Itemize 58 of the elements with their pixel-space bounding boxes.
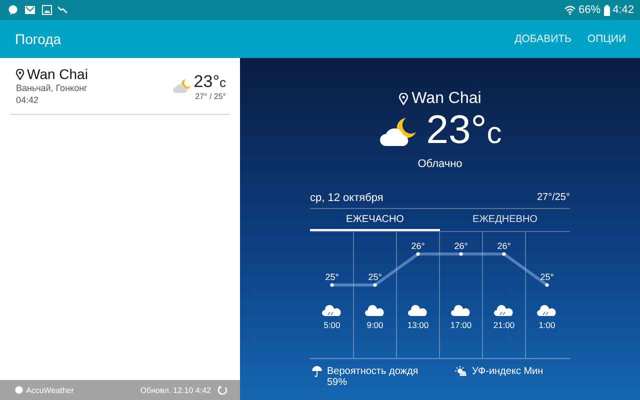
temperature-label: 26° (497, 241, 511, 251)
rain-cloud-icon (537, 304, 556, 316)
city-name: Wan Chai (412, 90, 482, 108)
hour-label: 9:00 (366, 320, 384, 330)
mail-icon (24, 5, 36, 15)
location-temperature: 23°c (194, 72, 226, 92)
location-time: 04:42 (16, 94, 40, 106)
hour-label: 13:00 (407, 320, 429, 330)
app-title: Погода (15, 31, 62, 47)
tab[interactable]: ЕЖЕДНЕВНО (440, 209, 570, 231)
sun-cloud-icon (455, 366, 467, 377)
update-time: Обновл. 12.10 4:42 (140, 386, 211, 394)
image-icon (42, 5, 52, 15)
tab[interactable]: ЕЖЕЧАСНО (310, 209, 440, 231)
trend-icon (58, 6, 68, 14)
temperature-label: 26° (411, 241, 425, 251)
battery-icon (604, 4, 610, 16)
location-name: Wan Chai (27, 66, 88, 82)
hour-label: 5:00 (324, 320, 340, 330)
umbrella-icon (312, 366, 322, 377)
temperature-label: 25° (540, 272, 554, 282)
wifi-icon (564, 5, 576, 15)
cloud-icon (408, 304, 427, 316)
clock: 4:42 (612, 4, 634, 16)
detail-label: УФ-индекс Мин (472, 366, 544, 377)
rain-cloud-icon (494, 304, 513, 316)
battery-percent: 66% (578, 4, 601, 16)
brand-name: AccuWeather (26, 386, 74, 394)
condition-text: Облачно (418, 158, 462, 170)
temperature-label: 25° (368, 272, 382, 282)
cloud-moon-icon (378, 116, 418, 148)
temperature-point (545, 283, 549, 287)
chat-icon (8, 5, 18, 15)
location-subtitle: Ваньчай, Гонконг (16, 82, 88, 94)
temperature-label: 26° (454, 241, 468, 251)
cloud-moon-icon (172, 78, 192, 94)
temperature-point (502, 252, 506, 256)
temperature-point (459, 252, 463, 256)
day-range: 27°/25° (536, 192, 570, 204)
cloud-icon (365, 304, 384, 316)
hour-label: 17:00 (450, 320, 472, 330)
forecast-date: ср, 12 октября (310, 192, 384, 204)
refresh-button[interactable] (217, 384, 228, 396)
detail-label: Вероятность дождя (327, 366, 418, 377)
rain-cloud-icon (322, 304, 341, 316)
temperature-label: 25° (325, 272, 339, 282)
temperature-point (330, 283, 334, 287)
hour-label: 21:00 (493, 320, 515, 330)
temperature-point (373, 283, 377, 287)
current-temperature: 23°c (426, 108, 502, 154)
pin-icon (16, 68, 24, 80)
pin-icon (398, 93, 408, 105)
cloud-icon (451, 304, 470, 316)
detail-value: 59% (327, 377, 348, 388)
sun-logo-icon (15, 386, 23, 394)
temperature-point (416, 252, 420, 256)
location-range: 27° / 25° (195, 92, 226, 100)
hour-label: 1:00 (538, 320, 556, 330)
